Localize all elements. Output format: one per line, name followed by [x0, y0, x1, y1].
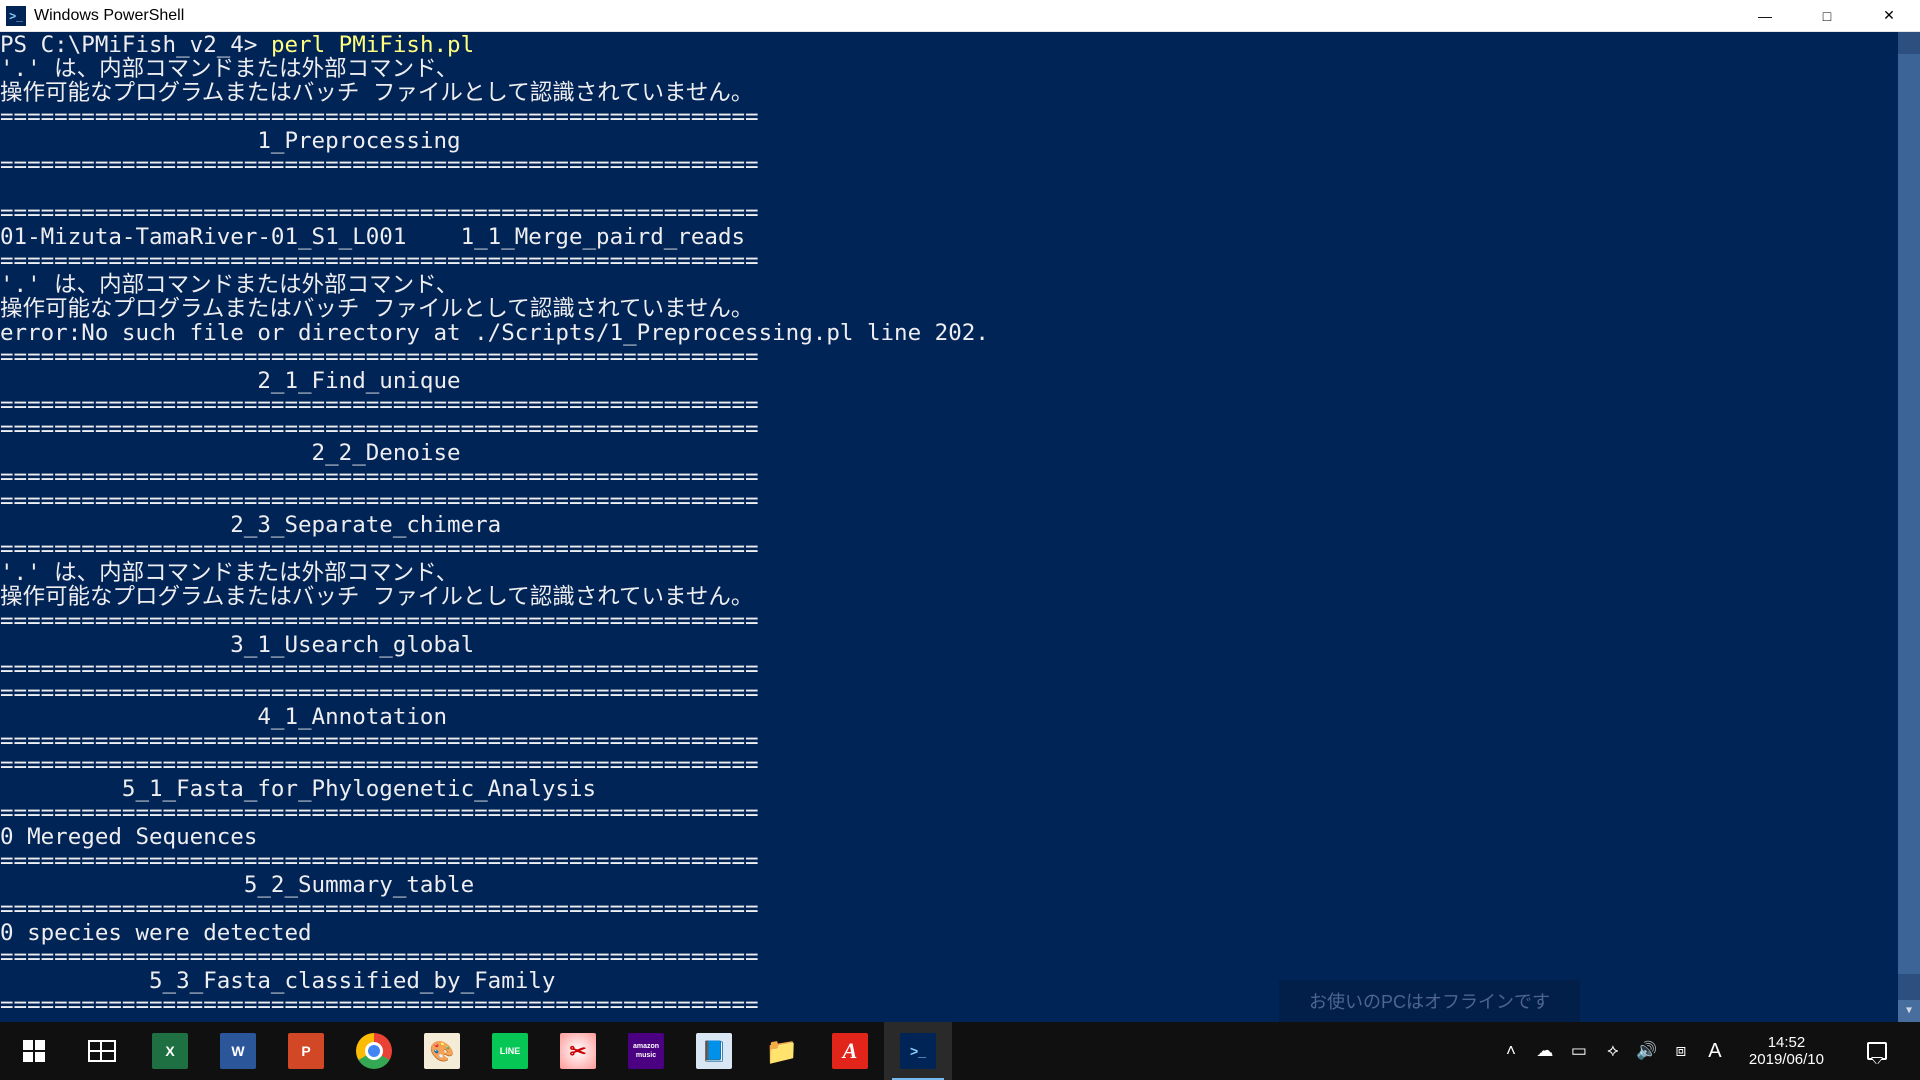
output-line: '.' は、内部コマンドまたは外部コマンド、 [0, 560, 458, 586]
section-header: 01-Mizuta-TamaRiver-01_S1_L001 1_1_Merge… [0, 224, 745, 250]
separator: ========================================… [0, 848, 759, 874]
maximize-button[interactable]: □ [1796, 0, 1858, 31]
close-button[interactable]: ✕ [1858, 0, 1920, 31]
excel-icon: X [152, 1033, 188, 1069]
system-tray: ˄ ☁ ▭ ⟡ 🔊 ⧈ A 14:52 2019/06/10 [1501, 1022, 1920, 1080]
onedrive-icon[interactable]: ☁ [1535, 1041, 1555, 1061]
taskbar: X W P 🎨 LINE ✂ amazon music 📘 📁 A >_ ˄ ☁… [0, 1022, 1920, 1080]
section-header: 5_1_Fasta_for_Phylogenetic_Analysis [0, 776, 596, 802]
separator: ========================================… [0, 656, 759, 682]
ime-indicator[interactable]: A [1705, 1041, 1725, 1061]
acrobat-icon: A [832, 1033, 868, 1069]
taskbar-app-acrobat[interactable]: A [816, 1022, 884, 1080]
section-header: 2_1_Find_unique [0, 368, 461, 394]
powerpoint-icon: P [288, 1033, 324, 1069]
section-header: 2_3_Separate_chimera [0, 512, 501, 538]
offline-banner: お使いのPCはオフラインです [1279, 980, 1580, 1022]
paint-icon: 🎨 [424, 1033, 460, 1069]
taskbar-app-line[interactable]: LINE [476, 1022, 544, 1080]
window-controls: — □ ✕ [1734, 0, 1920, 31]
amazon-music-icon: amazon music [628, 1033, 664, 1069]
separator: ========================================… [0, 992, 759, 1018]
error-line: error:No such file or directory at ./Scr… [0, 320, 989, 346]
taskbar-clock[interactable]: 14:52 2019/06/10 [1739, 1034, 1834, 1068]
taskbar-app-word[interactable]: W [204, 1022, 272, 1080]
terminal-output[interactable]: PS C:\PMiFish_v2_4> perl PMiFish.pl '.' … [0, 32, 1920, 1022]
wifi-icon[interactable]: ⟡ [1603, 1041, 1623, 1061]
volume-icon[interactable]: 🔊 [1637, 1041, 1657, 1061]
taskbar-app-notepad[interactable]: 📘 [680, 1022, 748, 1080]
separator: ========================================… [0, 536, 759, 562]
separator: ========================================… [0, 752, 759, 778]
separator: ========================================… [0, 488, 759, 514]
battery-icon[interactable]: ▭ [1569, 1041, 1589, 1061]
taskbar-app-powerpoint[interactable]: P [272, 1022, 340, 1080]
separator: ========================================… [0, 800, 759, 826]
separator: ========================================… [0, 680, 759, 706]
taskbar-app-excel[interactable]: X [136, 1022, 204, 1080]
snip-icon: ✂ [560, 1033, 596, 1069]
output-line: '.' は、内部コマンドまたは外部コマンド、 [0, 56, 458, 82]
separator: ========================================… [0, 152, 759, 178]
output-line: 操作可能なプログラムまたはバッチ ファイルとして認識されていません。 [0, 584, 753, 610]
taskbar-app-powershell[interactable]: >_ [884, 1022, 952, 1080]
separator: ========================================… [0, 608, 759, 634]
chrome-icon [356, 1033, 392, 1069]
clock-date: 2019/06/10 [1749, 1051, 1824, 1068]
dropbox-icon[interactable]: ⧈ [1671, 1041, 1691, 1061]
output-line: 0 Mereged Sequences [0, 824, 257, 850]
word-icon: W [220, 1033, 256, 1069]
section-header: 2_2_Denoise [0, 440, 461, 466]
scrollbar-thumb[interactable] [1898, 54, 1920, 974]
section-header: 1_Preprocessing [0, 128, 461, 154]
prompt-prefix: PS C:\PMiFish_v2_4> [0, 32, 271, 58]
window-titlebar: >_ Windows PowerShell — □ ✕ [0, 0, 1920, 32]
separator: ========================================… [0, 896, 759, 922]
vertical-scrollbar[interactable]: ▲ ▼ [1898, 32, 1920, 1022]
separator: ========================================… [0, 344, 759, 370]
section-header: 5_3_Fasta_classified_by_Family [0, 968, 555, 994]
task-view-button[interactable] [68, 1022, 136, 1080]
window-title: Windows PowerShell [34, 7, 184, 25]
clock-time: 14:52 [1749, 1034, 1824, 1051]
folder-icon: 📁 [764, 1033, 800, 1069]
action-center-button[interactable] [1848, 1022, 1906, 1080]
output-line: 操作可能なプログラムまたはバッチ ファイルとして認識されていません。 [0, 80, 753, 106]
output-line: 操作可能なプログラムまたはバッチ ファイルとして認識されていません。 [0, 296, 753, 322]
start-button[interactable] [0, 1022, 68, 1080]
powershell-taskbar-icon: >_ [900, 1033, 936, 1069]
separator: ========================================… [0, 248, 759, 274]
separator: ========================================… [0, 104, 759, 130]
windows-logo-icon [23, 1040, 45, 1062]
taskbar-app-explorer[interactable]: 📁 [748, 1022, 816, 1080]
output-line: 0 species were detected [0, 920, 312, 946]
prompt-command: perl PMiFish.pl [271, 32, 474, 58]
section-header: 5_2_Summary_table [0, 872, 474, 898]
taskbar-app-paint[interactable]: 🎨 [408, 1022, 476, 1080]
separator: ========================================… [0, 464, 759, 490]
line-icon: LINE [492, 1033, 528, 1069]
output-line: '.' は、内部コマンドまたは外部コマンド、 [0, 272, 458, 298]
task-view-icon [88, 1040, 116, 1062]
scroll-down-arrow-icon[interactable]: ▼ [1898, 1000, 1920, 1022]
section-header: 4_1_Annotation [0, 704, 447, 730]
notepad-icon: 📘 [696, 1033, 732, 1069]
separator: ========================================… [0, 944, 759, 970]
taskbar-app-snip[interactable]: ✂ [544, 1022, 612, 1080]
section-header: 3_1_Usearch_global [0, 632, 474, 658]
separator: ========================================… [0, 392, 759, 418]
separator: ========================================… [0, 416, 759, 442]
taskbar-app-amazon-music[interactable]: amazon music [612, 1022, 680, 1080]
tray-chevron-up-icon[interactable]: ˄ [1501, 1041, 1521, 1061]
taskbar-app-chrome[interactable] [340, 1022, 408, 1080]
notification-icon [1867, 1042, 1887, 1060]
powershell-icon: >_ [6, 6, 26, 26]
minimize-button[interactable]: — [1734, 0, 1796, 31]
separator: ========================================… [0, 200, 759, 226]
separator: ========================================… [0, 728, 759, 754]
